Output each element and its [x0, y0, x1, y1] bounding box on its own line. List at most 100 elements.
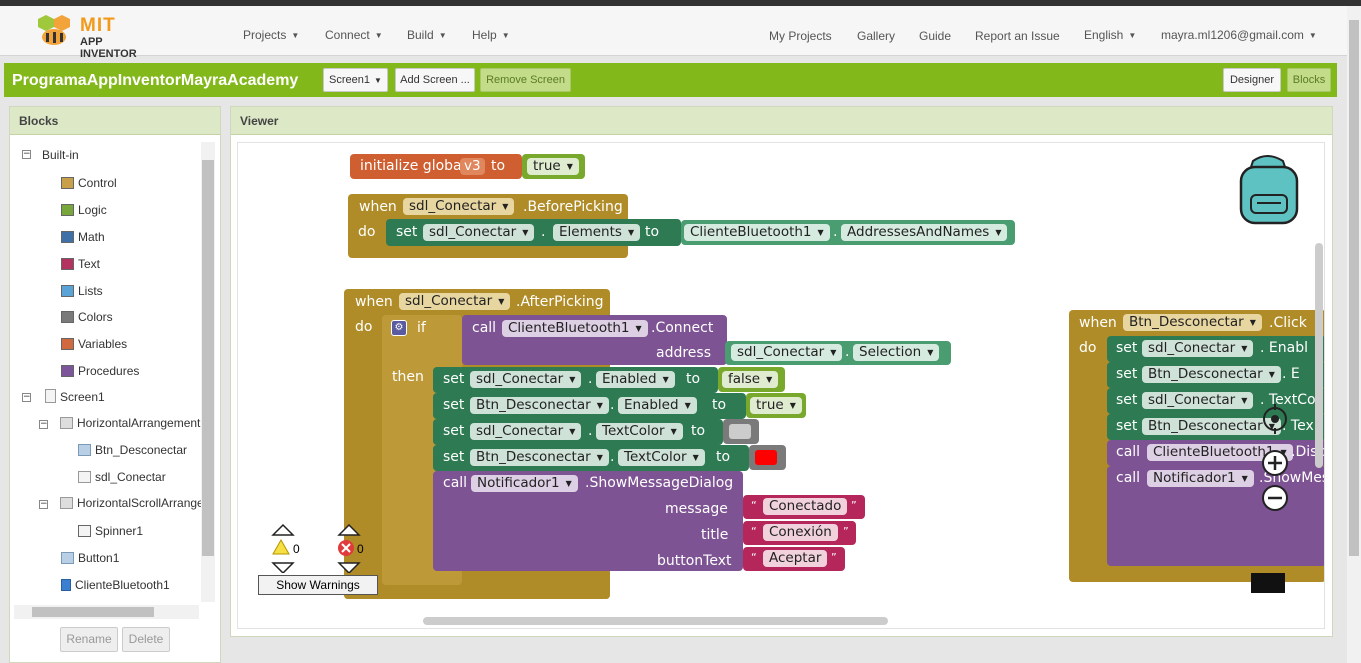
collapse-icon[interactable]: −: [22, 393, 31, 402]
tree-horizontal-arrangement[interactable]: HorizontalArrangement1: [60, 416, 202, 430]
tree-text[interactable]: Text: [61, 257, 100, 271]
blocks-panel: Blocks − Built-in Control Logic Math Tex…: [9, 106, 221, 663]
blocks-button[interactable]: Blocks: [1287, 68, 1331, 92]
tree-procedures[interactable]: Procedures: [61, 364, 139, 378]
rename-button[interactable]: Rename: [60, 627, 118, 652]
global-var-name[interactable]: v3: [460, 158, 485, 175]
nav-gallery[interactable]: Gallery: [857, 29, 895, 43]
warning-icon: [272, 538, 290, 555]
colors-swatch-icon: [61, 311, 74, 323]
errors-down-icon: [337, 562, 361, 573]
warning-indicators: [271, 523, 361, 573]
caret-down-icon: ▼: [501, 31, 510, 40]
zoom-out-icon[interactable]: [1262, 485, 1288, 511]
grey-swatch[interactable]: [729, 424, 751, 439]
true-block-2[interactable]: true ▼: [746, 393, 806, 418]
text-swatch-icon: [61, 258, 74, 270]
tree-lists[interactable]: Lists: [61, 284, 103, 298]
nav-report-issue[interactable]: Report an Issue: [975, 29, 1060, 43]
tree-logic[interactable]: Logic: [61, 203, 107, 217]
text-aceptar-block[interactable]: “ Aceptar ”: [743, 547, 845, 571]
caret-down-icon: ▼: [1128, 31, 1137, 40]
nav-user-account[interactable]: mayra.ml1206@gmail.com ▼: [1161, 28, 1317, 42]
delete-button[interactable]: Delete: [122, 627, 170, 652]
backpack-icon[interactable]: [1233, 153, 1305, 227]
tree-button1[interactable]: Button1: [61, 551, 119, 565]
red-swatch[interactable]: [755, 450, 777, 465]
trash-can-icon[interactable]: [1251, 573, 1285, 593]
center-target-icon[interactable]: [1263, 404, 1287, 434]
workspace-horizontal-scrollbar[interactable]: [423, 617, 888, 625]
grey-color-block[interactable]: [723, 419, 759, 444]
set-btn-textcolor-block[interactable]: set Btn_Desconectar ▼ . TextColor ▼ to: [433, 445, 749, 471]
call-connect-block[interactable]: call ClienteBluetooth1 ▼ .Connect address: [462, 315, 727, 365]
show-message-dialog-block[interactable]: call Notificador1 ▼ .ShowMessageDialog me…: [433, 471, 743, 571]
red-color-block[interactable]: [749, 445, 786, 470]
sdl-selection-block[interactable]: sdl_Conectar ▼ . Selection ▼: [725, 341, 951, 365]
tree-builtin[interactable]: Built-in: [42, 148, 79, 162]
r-set-sdl-textcolor[interactable]: set sdl_Conectar ▼ . TextCol: [1107, 388, 1324, 414]
nav-guide[interactable]: Guide: [919, 29, 951, 43]
collapse-icon[interactable]: −: [22, 150, 31, 159]
cliente-addresses-block[interactable]: ClienteBluetooth1 ▼ . AddressesAndNames ▼: [681, 220, 1015, 245]
button-component-icon: [78, 444, 91, 456]
tree-btn-desconectar[interactable]: Btn_Desconectar: [78, 443, 187, 457]
zoom-controls: [1262, 404, 1288, 511]
nav-help[interactable]: Help ▼: [472, 28, 510, 42]
nav-projects[interactable]: Projects ▼: [243, 28, 299, 42]
arrangement-icon: [60, 497, 73, 509]
nav-language[interactable]: English ▼: [1084, 28, 1136, 42]
warnings-down-icon: [271, 562, 295, 573]
tree-spinner1[interactable]: Spinner1: [78, 524, 143, 538]
r-set-btn-textcolor[interactable]: set Btn_Desconectar ▼ . Tex: [1107, 414, 1324, 440]
set-btn-enabled-block[interactable]: set Btn_Desconectar ▼ . Enabled ▼ to: [433, 393, 746, 419]
r-set-btn-enabled[interactable]: set Btn_Desconectar ▼ . E: [1107, 362, 1324, 388]
nav-connect[interactable]: Connect ▼: [325, 28, 383, 42]
remove-screen-button[interactable]: Remove Screen: [480, 68, 571, 92]
tree-vertical-scrollbar[interactable]: [201, 142, 215, 602]
tree-control[interactable]: Control: [61, 176, 117, 190]
tree-variables[interactable]: Variables: [61, 337, 127, 351]
tree-screen1[interactable]: Screen1: [45, 389, 105, 404]
text-conexion-block[interactable]: “ Conexión ”: [743, 521, 856, 545]
procedures-swatch-icon: [61, 365, 74, 377]
false-block[interactable]: false ▼: [718, 367, 785, 392]
blocks-tree: − Built-in Control Logic Math Text Lists…: [10, 136, 202, 604]
init-global-block[interactable]: initialize global v3 to: [350, 154, 522, 179]
lists-swatch-icon: [61, 285, 74, 297]
show-warnings-button[interactable]: Show Warnings: [258, 575, 378, 595]
text-conectado-block[interactable]: “ Conectado ”: [743, 495, 865, 519]
caret-down-icon: ▼: [438, 31, 447, 40]
workspace-vertical-scrollbar[interactable]: [1315, 243, 1323, 468]
tree-math[interactable]: Math: [61, 230, 105, 244]
tree-horizontal-scroll-arrangement[interactable]: HorizontalScrollArrangement1: [60, 496, 202, 510]
collapse-icon[interactable]: −: [39, 500, 48, 509]
tree-sdl-conectar[interactable]: sdl_Conectar: [78, 470, 166, 484]
zoom-in-icon[interactable]: [1262, 450, 1288, 476]
set-sdl-enabled-block[interactable]: set sdl_Conectar ▼ . Enabled ▼ to: [433, 367, 718, 393]
control-swatch-icon: [61, 177, 74, 189]
warnings-up-icon: [271, 523, 295, 536]
nav-my-projects[interactable]: My Projects: [769, 29, 832, 43]
page-vertical-scrollbar[interactable]: [1347, 6, 1361, 663]
nav-build[interactable]: Build ▼: [407, 28, 447, 42]
blocks-workspace[interactable]: initialize global v3 to true ▼ when sdl_C…: [237, 142, 1325, 629]
add-screen-button[interactable]: Add Screen ...: [395, 68, 475, 92]
tree-cliente-bluetooth1[interactable]: ClienteBluetooth1: [61, 578, 170, 592]
tree-horizontal-scrollbar[interactable]: [14, 605, 199, 619]
true-block[interactable]: true ▼: [522, 154, 585, 179]
designer-button[interactable]: Designer: [1223, 68, 1281, 92]
r-set-sdl-enabled[interactable]: set sdl_Conectar ▼ . Enabl: [1107, 336, 1324, 362]
r-call-show-message[interactable]: call Notificador1 ▼ .ShowMes: [1107, 466, 1324, 566]
set-elements-block[interactable]: set sdl_Conectar ▼ . Elements ▼ to: [386, 219, 681, 246]
dropdown-arrow-icon: ▼: [566, 162, 573, 171]
tree-colors[interactable]: Colors: [61, 310, 113, 324]
warnings-count: 0: [293, 542, 300, 556]
screen-select[interactable]: Screen1 ▼: [323, 68, 388, 92]
collapse-icon[interactable]: −: [39, 420, 48, 429]
gear-icon[interactable]: ⚙: [391, 320, 407, 336]
set-sdl-textcolor-block[interactable]: set sdl_Conectar ▼ . TextColor ▼ to: [433, 419, 723, 445]
mit-logo[interactable]: MIT APP INVENTOR: [32, 11, 162, 60]
after-picking-bottom: [344, 583, 610, 599]
r-call-disconnect[interactable]: call ClienteBluetooth1▼ .Disco: [1107, 440, 1324, 466]
